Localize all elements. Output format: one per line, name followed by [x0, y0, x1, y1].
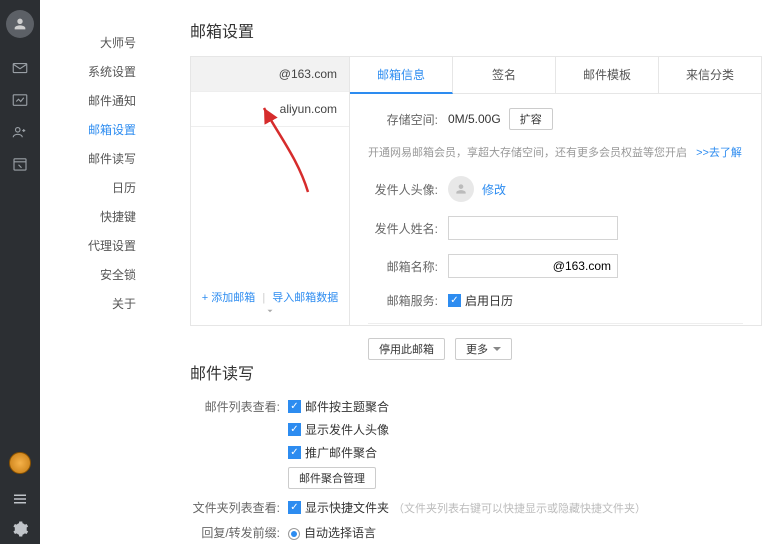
tab-template[interactable]: 邮件模板 — [556, 57, 659, 93]
change-avatar-link[interactable]: 修改 — [482, 181, 506, 198]
lbl-promo-agg: 推广邮件聚合 — [305, 444, 377, 461]
chk-show-shortcut[interactable]: ✓ — [288, 501, 301, 514]
menu-icon[interactable] — [0, 484, 40, 514]
lbl-auto-lang: 自动选择语言 — [304, 526, 376, 540]
mail-service-label: 邮箱服务: — [368, 292, 438, 309]
chk-promo-agg[interactable]: ✓ — [288, 446, 301, 459]
tab-classify[interactable]: 来信分类 — [659, 57, 761, 93]
more-button[interactable]: 更多 — [455, 338, 512, 360]
calendar-icon[interactable] — [0, 148, 40, 180]
lbl-show-avatar: 显示发件人头像 — [305, 421, 389, 438]
coin-icon[interactable] — [9, 452, 31, 474]
account-aliyun[interactable]: aliyun.com — [191, 92, 349, 127]
add-mailbox-link[interactable]: + 添加邮箱 — [202, 292, 255, 304]
import-mail-link[interactable]: 导入邮箱数据 — [272, 292, 338, 304]
enable-calendar-checkbox[interactable]: ✓ — [448, 294, 461, 307]
chk-group-subject[interactable]: ✓ — [288, 400, 301, 413]
sender-name-input[interactable] — [448, 216, 618, 240]
mailbox-name-label: 邮箱名称: — [368, 258, 438, 275]
lbl-show-shortcut: 显示快捷文件夹 — [305, 499, 389, 516]
chevron-down-icon — [265, 306, 275, 316]
account-163[interactable]: @163.com — [191, 57, 349, 92]
user-avatar[interactable] — [6, 10, 34, 38]
promo-text: 开通网易邮箱会员，享超大存储空间，还有更多会员权益等您开启 — [368, 147, 687, 159]
sender-avatar-placeholder — [448, 176, 474, 202]
disable-mailbox-button[interactable]: 停用此邮箱 — [368, 338, 445, 360]
storage-value: 0M/5.00G — [448, 112, 501, 126]
avatar-label: 发件人头像: — [368, 181, 438, 198]
lbl-group-subject: 邮件按主题聚合 — [305, 398, 389, 415]
mail-icon[interactable] — [0, 52, 40, 84]
tab-signature[interactable]: 签名 — [453, 57, 556, 93]
chk-show-avatar[interactable]: ✓ — [288, 423, 301, 436]
promo-link[interactable]: >>去了解 — [696, 147, 742, 159]
contacts-icon[interactable] — [0, 116, 40, 148]
settings-icon[interactable] — [0, 514, 40, 544]
storage-label: 存储空间: — [368, 111, 438, 128]
reply-prefix-label: 回复/转发前缀: — [190, 524, 280, 541]
mailbox-name-input[interactable] — [448, 254, 618, 278]
image-icon[interactable] — [0, 84, 40, 116]
expand-storage-button[interactable]: 扩容 — [509, 108, 553, 130]
tab-mailinfo[interactable]: 邮箱信息 — [350, 57, 453, 94]
folder-view-label: 文件夹列表查看: — [190, 499, 280, 516]
folder-hint: （文件夹列表右键可以快捷显示或隐藏快捷文件夹） — [393, 500, 646, 516]
accounts-column: @163.com aliyun.com + 添加邮箱 | 导入邮箱数据 — [190, 56, 350, 326]
enable-calendar-label: 启用日历 — [465, 292, 513, 309]
mailbox-settings-title: 邮箱设置 — [190, 18, 762, 42]
radio-auto-lang[interactable] — [288, 528, 300, 540]
sender-name-label: 发件人姓名: — [368, 220, 438, 237]
list-view-label: 邮件列表查看: — [190, 398, 280, 415]
aggregate-manage-button[interactable]: 邮件聚合管理 — [288, 467, 376, 489]
detail-column: 邮箱信息 签名 邮件模板 来信分类 存储空间: 0M/5.00G 扩容 开通网易… — [350, 56, 762, 326]
left-rail — [0, 0, 40, 544]
